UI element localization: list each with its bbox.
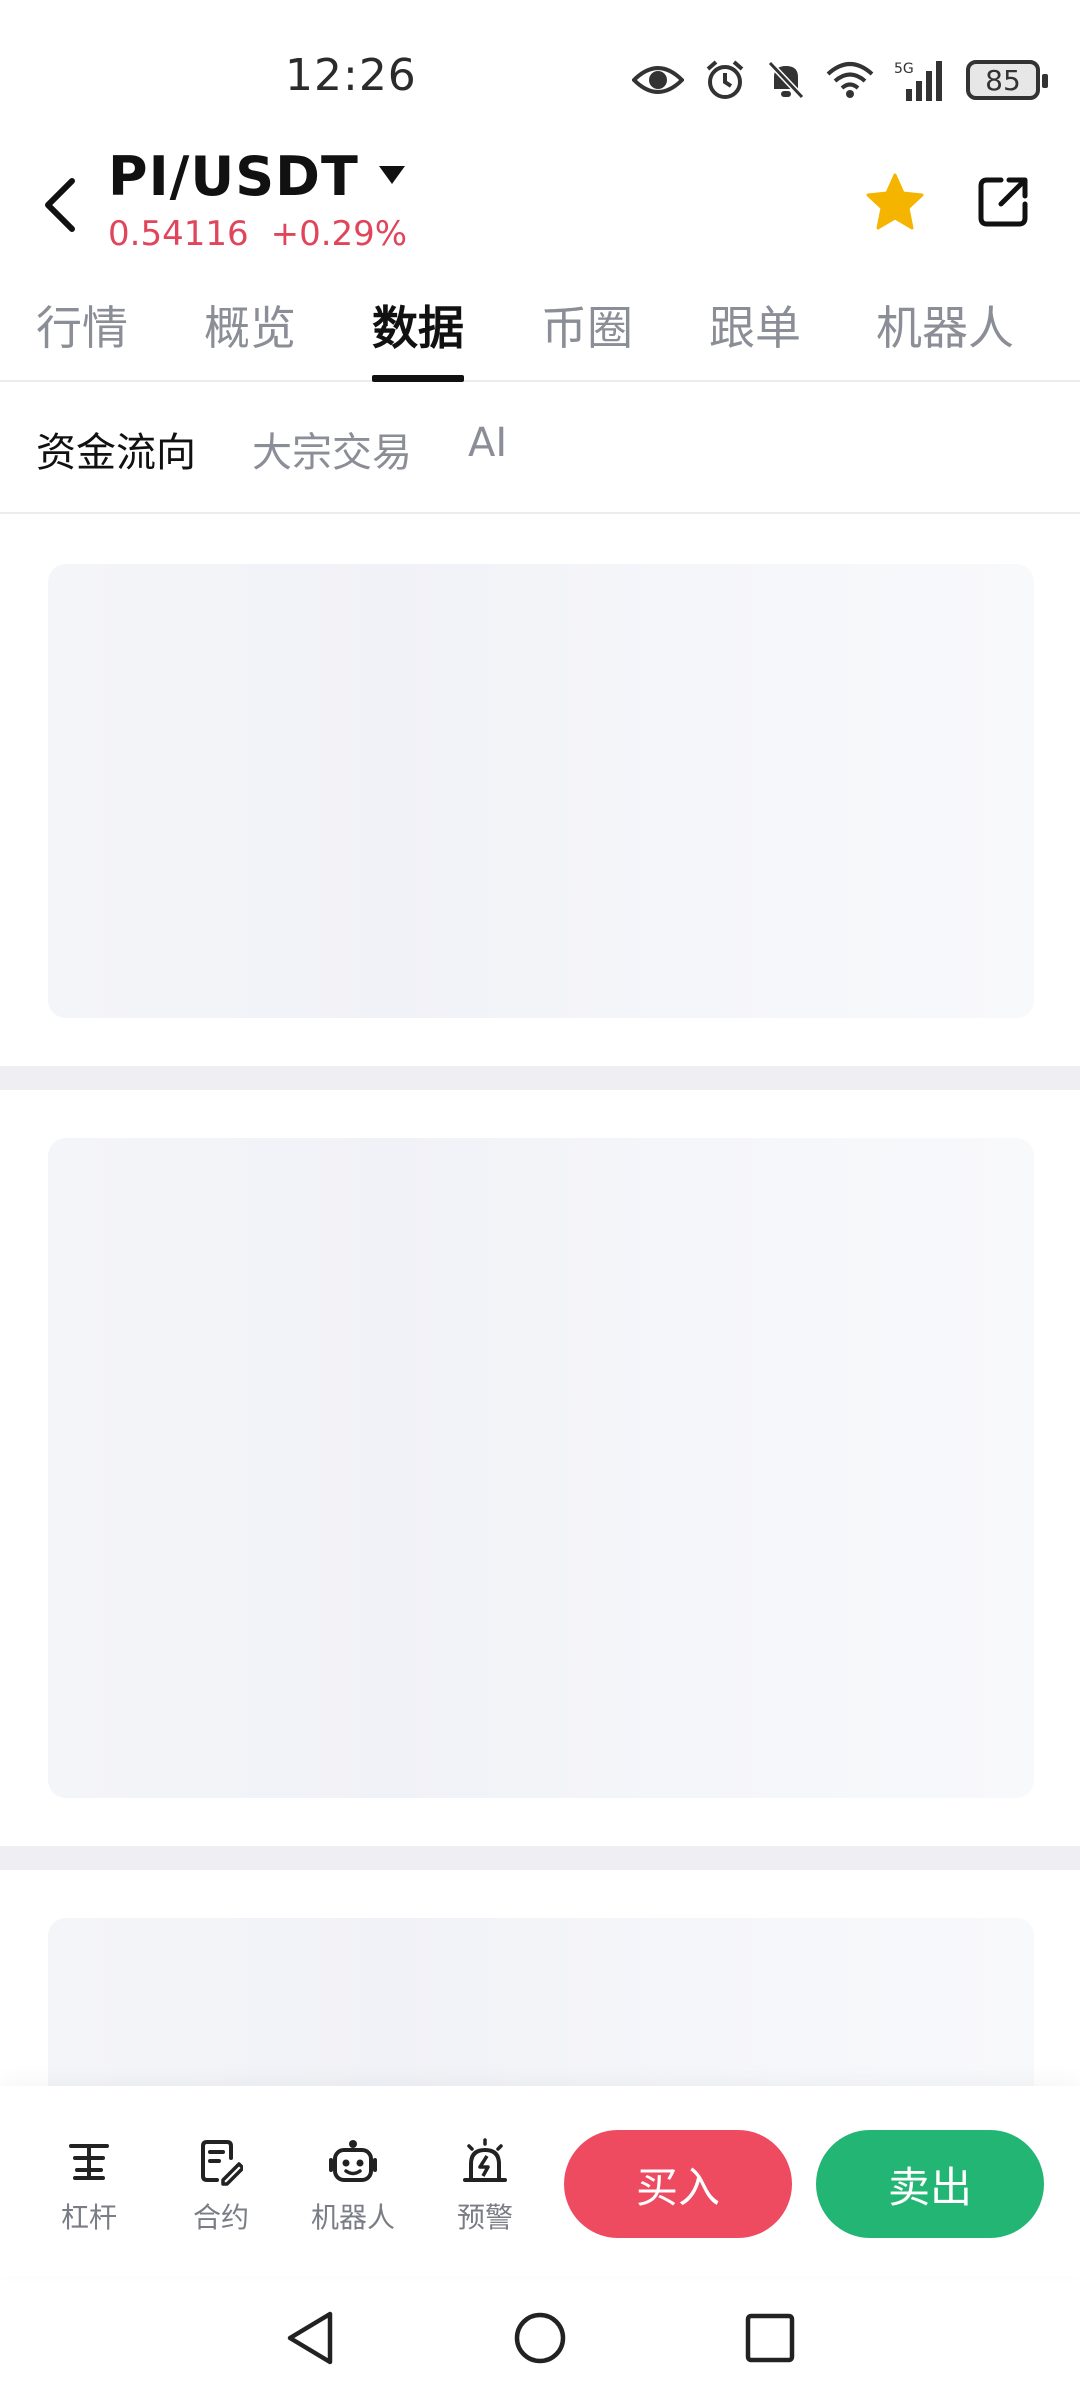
tab-copy-trading[interactable]: 跟单 bbox=[709, 292, 801, 382]
bottom-action-bar: 杠杆 合约 机器人 预警 买入 卖出 bbox=[0, 2086, 1080, 2276]
subtab-ai[interactable]: AI bbox=[468, 420, 507, 466]
tab-market[interactable]: 行情 bbox=[36, 292, 128, 382]
svg-text:5G: 5G bbox=[894, 61, 914, 77]
nav-recents-button[interactable] bbox=[736, 2304, 804, 2372]
tab-community[interactable]: 币圈 bbox=[541, 292, 633, 382]
battery-indicator: 85 bbox=[966, 60, 1048, 100]
pair-title: PI/USDT bbox=[108, 145, 359, 208]
tool-contract-label: 合约 bbox=[192, 2201, 249, 2234]
tool-robot-label: 机器人 bbox=[310, 2201, 395, 2234]
alarm-icon bbox=[704, 59, 746, 101]
mute-bell-icon bbox=[766, 59, 806, 101]
buy-button[interactable]: 买入 bbox=[564, 2130, 792, 2238]
tool-robot[interactable]: 机器人 bbox=[298, 2134, 408, 2236]
price-change: +0.29% bbox=[270, 214, 408, 254]
favorite-button[interactable] bbox=[860, 167, 930, 237]
alert-icon bbox=[457, 2134, 513, 2190]
robot-icon bbox=[325, 2134, 381, 2190]
pair-selector[interactable]: PI/USDT 0.54116 +0.29% bbox=[108, 145, 407, 254]
share-button[interactable] bbox=[968, 167, 1038, 237]
last-price: 0.54116 bbox=[108, 214, 249, 254]
subtab-fund-flow[interactable]: 资金流向 bbox=[36, 420, 196, 478]
subtab-block-trades[interactable]: 大宗交易 bbox=[252, 420, 412, 478]
caret-down-icon bbox=[377, 164, 407, 190]
status-bar: 12:26 5G 85 bbox=[0, 0, 1080, 150]
signal-icon: 5G bbox=[894, 59, 946, 101]
contract-icon bbox=[193, 2134, 249, 2190]
loading-skeleton bbox=[48, 1918, 1034, 2086]
status-icons: 5G 85 bbox=[632, 56, 1048, 104]
back-button[interactable] bbox=[30, 165, 90, 245]
tab-overview[interactable]: 概览 bbox=[204, 292, 296, 382]
triangle-back-icon bbox=[287, 2311, 333, 2365]
leverage-icon bbox=[61, 2134, 117, 2190]
sell-button[interactable]: 卖出 bbox=[816, 2130, 1044, 2238]
eye-icon bbox=[632, 60, 684, 100]
loading-skeleton bbox=[48, 1138, 1034, 1798]
tool-alert[interactable]: 预警 bbox=[430, 2134, 540, 2236]
system-nav-bar bbox=[0, 2276, 1080, 2400]
star-icon bbox=[866, 173, 924, 230]
nav-home-button[interactable] bbox=[506, 2304, 574, 2372]
tab-data[interactable]: 数据 bbox=[372, 292, 464, 382]
tool-contract[interactable]: 合约 bbox=[166, 2134, 276, 2236]
square-recents-icon bbox=[745, 2313, 795, 2363]
tool-alert-label: 预警 bbox=[456, 2201, 513, 2234]
tool-leverage[interactable]: 杠杆 bbox=[34, 2134, 144, 2236]
nav-back-button[interactable] bbox=[276, 2304, 344, 2372]
loading-skeleton bbox=[48, 564, 1034, 1018]
wifi-icon bbox=[826, 60, 874, 100]
main-tabs: 行情 概览 数据 币圈 跟单 机器人 bbox=[0, 282, 1080, 382]
section-divider bbox=[0, 1846, 1080, 1870]
circle-home-icon bbox=[514, 2312, 566, 2364]
section-divider bbox=[0, 1066, 1080, 1090]
chevron-left-icon bbox=[45, 178, 75, 232]
tab-bots[interactable]: 机器人 bbox=[876, 292, 1014, 382]
sub-tabs: 资金流向 大宗交易 AI bbox=[0, 382, 1080, 514]
tool-leverage-label: 杠杆 bbox=[60, 2201, 117, 2234]
status-time: 12:26 bbox=[285, 50, 417, 101]
share-icon bbox=[978, 177, 1028, 227]
header: PI/USDT 0.54116 +0.29% bbox=[0, 145, 1080, 265]
